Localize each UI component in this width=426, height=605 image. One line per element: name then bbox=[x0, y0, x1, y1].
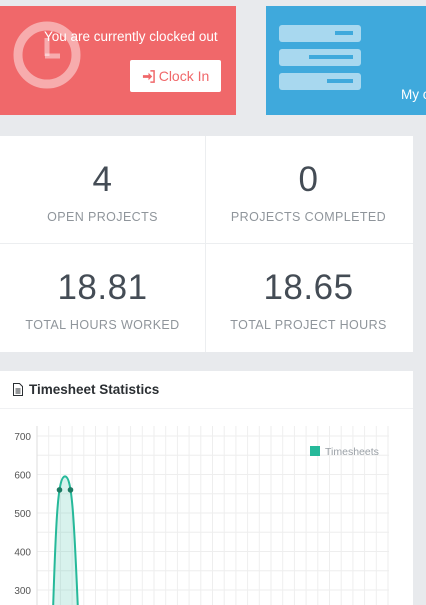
stat-label: OPEN PROJECTS bbox=[47, 210, 158, 224]
stat-total-project-hours: 18.65 TOTAL PROJECT HOURS bbox=[206, 244, 411, 352]
y-tick-label: 700 bbox=[14, 432, 31, 443]
sign-in-icon bbox=[142, 69, 155, 83]
clock-status-text: You are currently clocked out bbox=[44, 29, 218, 44]
my-projects-card[interactable]: My c bbox=[266, 6, 426, 115]
y-tick-label: 600 bbox=[14, 471, 31, 482]
clock-in-label: Clock In bbox=[158, 68, 210, 84]
stats-panel: 4 OPEN PROJECTS 0 PROJECTS COMPLETED 18.… bbox=[0, 136, 413, 352]
legend-swatch bbox=[310, 446, 320, 456]
server-icon bbox=[279, 25, 361, 90]
data-point bbox=[56, 487, 63, 493]
stat-label: TOTAL PROJECT HOURS bbox=[230, 318, 387, 332]
timesheet-chart: 700 600 500 400 300 Timesheets bbox=[14, 426, 389, 605]
y-tick-label: 300 bbox=[14, 586, 31, 597]
stat-value: 4 bbox=[92, 160, 113, 199]
timesheet-statistics-panel: Timesheet Statistics 700 600 500 400 300 Time… bbox=[0, 371, 413, 605]
my-projects-label: My c bbox=[401, 87, 426, 102]
stat-open-projects: 4 OPEN PROJECTS bbox=[0, 136, 205, 244]
clock-in-button[interactable]: Clock In bbox=[130, 60, 221, 92]
legend-label: Timesheets bbox=[325, 446, 379, 458]
stat-label: PROJECTS COMPLETED bbox=[230, 210, 387, 224]
clock-status-card: You are currently clocked out Clock In bbox=[0, 6, 236, 115]
stat-value: 0 bbox=[298, 160, 319, 199]
data-point bbox=[67, 487, 74, 493]
stat-label: TOTAL HOURS WORKED bbox=[25, 318, 180, 332]
stat-value: 18.65 bbox=[263, 268, 354, 307]
y-tick-label: 400 bbox=[14, 548, 31, 559]
stat-value: 18.81 bbox=[57, 268, 148, 307]
y-tick-label: 500 bbox=[14, 509, 31, 520]
stat-total-hours-worked: 18.81 TOTAL HOURS WORKED bbox=[0, 244, 205, 352]
stat-projects-completed: 0 PROJECTS COMPLETED bbox=[206, 136, 411, 244]
